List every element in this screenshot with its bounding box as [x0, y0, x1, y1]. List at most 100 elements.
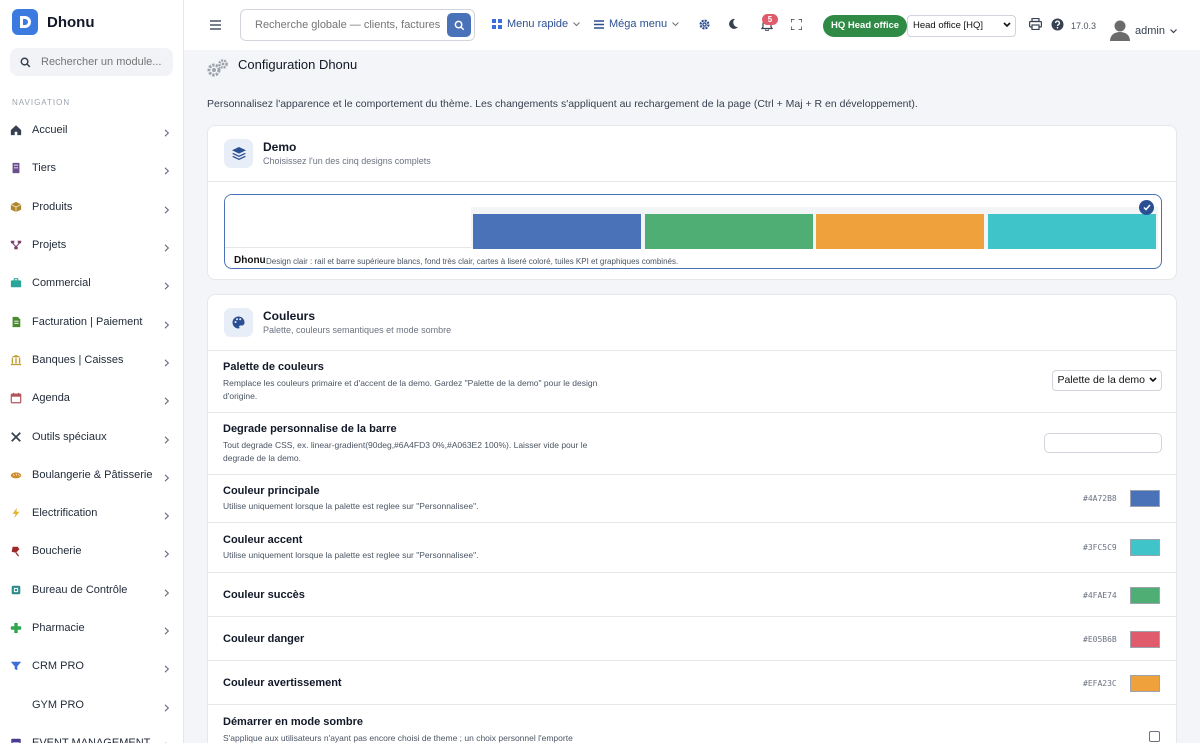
- primary-color-row: Couleur principale Utilise uniquement lo…: [208, 474, 1176, 522]
- sidebar-item-boucherie[interactable]: Boucherie: [0, 532, 183, 570]
- event-icon: [9, 736, 23, 743]
- warning-color-hex: #EFA23C: [1083, 679, 1117, 688]
- chevron-right-icon: [164, 356, 172, 367]
- sidebar-item-facturation-paiement[interactable]: Facturation | Paiement: [0, 302, 183, 340]
- funnel-icon: [9, 659, 23, 673]
- gradient-input[interactable]: [1044, 433, 1162, 453]
- sidebar-item-outils-sp-ciaux[interactable]: Outils spéciaux: [0, 417, 183, 455]
- blank-icon: [9, 698, 23, 712]
- gradient-desc: Tout degrade CSS, ex. linear-gradient(90…: [223, 440, 588, 463]
- colors-card: Couleurs Palette, couleurs semantiques e…: [207, 294, 1177, 743]
- primary-color-hex: #4A72B8: [1083, 494, 1117, 503]
- brand[interactable]: Dhonu: [0, 0, 183, 44]
- box-icon: [9, 200, 23, 214]
- chevron-right-icon: [164, 739, 172, 743]
- sidebar-item-banques-caisses[interactable]: Banques | Caisses: [0, 341, 183, 379]
- global-search-input[interactable]: [255, 19, 441, 31]
- demo-swatch: [816, 214, 984, 249]
- sidebar-item-boulangerie-p-tisserie[interactable]: Boulangerie & Pâtisserie: [0, 456, 183, 494]
- demo-card-header: Demo Choisissez l'un des cinq designs co…: [208, 126, 1176, 182]
- home-icon: [9, 123, 23, 137]
- sidebar-item-gym-pro[interactable]: GYM PRO: [0, 685, 183, 723]
- sidebar-item-electrification[interactable]: Electrification: [0, 494, 183, 532]
- chevron-right-icon: [164, 586, 172, 597]
- sidebar-item-label: Commercial: [32, 277, 91, 290]
- demo-card: Demo Choisissez l'un des cinq designs co…: [207, 125, 1177, 280]
- module-search-input[interactable]: [41, 56, 171, 68]
- bolt-icon: [9, 506, 23, 520]
- chevron-right-icon: [164, 394, 172, 405]
- primary-color-picker[interactable]: [1130, 490, 1160, 507]
- palette-select[interactable]: Palette de la demo: [1052, 370, 1162, 391]
- demo-preview-rail: [225, 195, 471, 248]
- colors-card-title: Couleurs: [263, 309, 316, 323]
- success-color-picker[interactable]: [1130, 587, 1160, 604]
- success-color-row: Couleur succès #4FAE74: [208, 572, 1176, 616]
- success-color-title: Couleur succès: [223, 589, 305, 601]
- calendar-icon: [9, 391, 23, 405]
- sidebar-item-bureau-de-contr-le[interactable]: Bureau de Contrôle: [0, 571, 183, 609]
- palette-select-value: Palette de la demo: [1057, 374, 1145, 386]
- demo-swatch: [473, 214, 641, 249]
- hq-office-badge[interactable]: HQ Head office: [823, 15, 908, 37]
- sidebar-item-tiers[interactable]: Tiers: [0, 149, 183, 187]
- primary-color-title: Couleur principale: [223, 485, 320, 497]
- chevron-right-icon: [164, 433, 172, 444]
- list-icon: [594, 19, 604, 29]
- accent-color-picker[interactable]: [1130, 539, 1160, 556]
- danger-color-picker[interactable]: [1130, 631, 1160, 648]
- palette-desc: Remplace les couleurs primaire et d'acce…: [223, 378, 598, 401]
- palette-icon: [224, 308, 253, 337]
- printer-icon[interactable]: [1028, 17, 1042, 31]
- app-logo-icon: [12, 9, 38, 35]
- selected-check-icon: [1139, 200, 1154, 215]
- sidebar-item-projets[interactable]: Projets: [0, 226, 183, 264]
- bread-icon: [9, 468, 23, 482]
- page-title: Configuration Dhonu: [238, 57, 358, 72]
- hamburger-icon[interactable]: [210, 19, 221, 33]
- sidebar-item-commercial[interactable]: Commercial: [0, 264, 183, 302]
- quick-menu-button[interactable]: Menu rapide: [492, 18, 581, 30]
- warning-color-title: Couleur avertissement: [223, 677, 342, 689]
- dark-mode-moon-icon[interactable]: [726, 17, 740, 31]
- sidebar-item-label: Tiers: [32, 162, 57, 175]
- search-icon: [454, 20, 464, 30]
- building-icon: [9, 161, 23, 175]
- global-search-button[interactable]: [447, 13, 471, 37]
- sidebar-item-produits[interactable]: Produits: [0, 188, 183, 226]
- app-name: Dhonu: [47, 13, 95, 31]
- global-search: [240, 9, 475, 41]
- chevron-down-icon: [1149, 377, 1157, 383]
- sidebar-item-pharmacie[interactable]: Pharmacie: [0, 609, 183, 647]
- help-question-icon[interactable]: [1050, 17, 1064, 31]
- chevron-right-icon: [164, 662, 172, 673]
- chevron-right-icon: [164, 279, 172, 290]
- sidebar: Dhonu NAVIGATION Accueil Tiers Produits Pro…: [0, 0, 184, 743]
- sidebar-item-label: Produits: [32, 200, 73, 213]
- danger-color-title: Couleur danger: [223, 633, 305, 645]
- notification-count-badge: 5: [762, 14, 778, 25]
- colors-card-subtitle: Palette, couleurs semantiques et mode so…: [263, 325, 452, 335]
- sidebar-item-crm-pro[interactable]: CRM PRO: [0, 647, 183, 685]
- sidebar-item-event-management-p[interactable]: EVENT MANAGEMENT P...: [0, 724, 183, 743]
- settings-gear-icon[interactable]: [697, 17, 711, 31]
- demo-option-dhonu[interactable]: Dhonu Design clair : rail et barre supér…: [224, 194, 1162, 269]
- user-menu[interactable]: admin: [1135, 25, 1177, 37]
- office-select[interactable]: Head office [HQ]: [907, 15, 1016, 37]
- fullscreen-icon[interactable]: [789, 17, 803, 31]
- mega-menu-button[interactable]: Méga menu: [594, 18, 679, 30]
- dark-mode-checkbox[interactable]: [1149, 731, 1160, 742]
- sidebar-item-accueil[interactable]: Accueil: [0, 111, 183, 149]
- demo-swatch: [645, 214, 813, 249]
- user-avatar-icon[interactable]: [1110, 19, 1130, 41]
- sidebar-item-label: Accueil: [32, 124, 68, 137]
- demo-description: Design clair : rail et barre supérieure …: [266, 257, 679, 266]
- sidebar-item-label: Electrification: [32, 507, 98, 520]
- meat-icon: [9, 544, 23, 558]
- warning-color-picker[interactable]: [1130, 675, 1160, 692]
- gradient-title: Degrade personnalise de la barre: [223, 423, 397, 435]
- module-search[interactable]: [10, 48, 173, 76]
- chevron-right-icon: [164, 164, 172, 176]
- primary-color-desc: Utilise uniquement lorsque la palette es…: [223, 501, 479, 511]
- sidebar-item-agenda[interactable]: Agenda: [0, 379, 183, 417]
